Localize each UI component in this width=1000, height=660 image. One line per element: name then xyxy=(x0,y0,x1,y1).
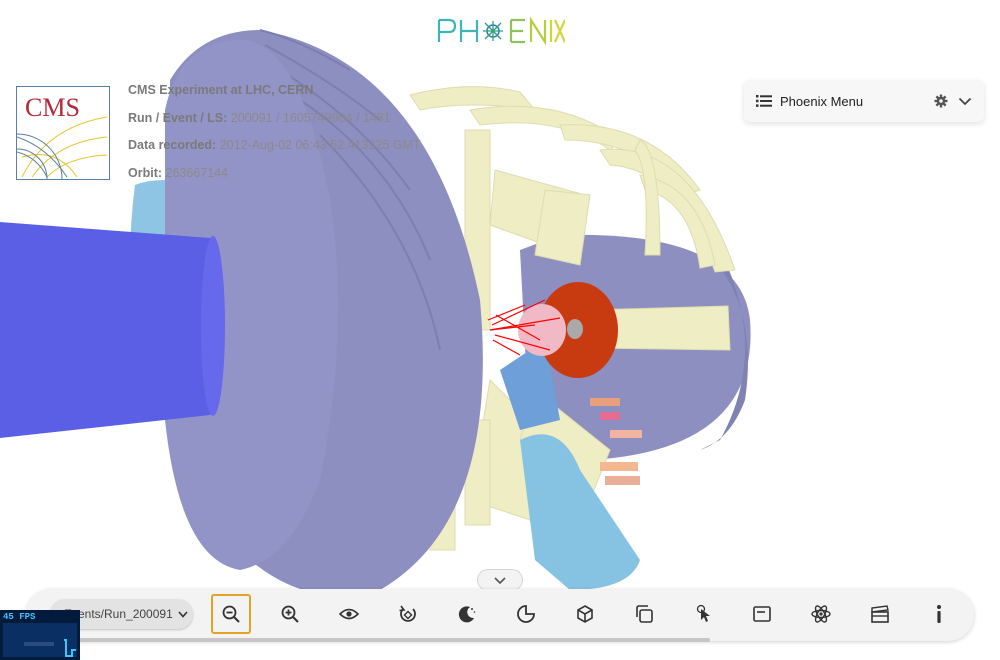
event-info-panel: CMS Experiment at LHC, CERN Run / Event … xyxy=(128,82,421,192)
run-event-ls: Run / Event / LS: 200091 / 1605749984 / … xyxy=(128,110,391,125)
toolbar-scrollbar[interactable] xyxy=(60,638,710,642)
quarter-circle-icon xyxy=(517,605,535,623)
moon-icon xyxy=(458,606,476,623)
panel-icon xyxy=(753,606,771,622)
phoenix-menu-label[interactable]: Phoenix Menu xyxy=(780,94,934,109)
info-icon xyxy=(937,605,941,623)
clapperboard-icon xyxy=(871,605,889,623)
info-panel-button[interactable] xyxy=(742,594,782,634)
pointer-icon xyxy=(696,604,710,622)
overlay-button[interactable] xyxy=(565,594,605,634)
view-options-button[interactable] xyxy=(329,594,369,634)
event-data-explorer-button[interactable] xyxy=(801,594,841,634)
copy-icon xyxy=(636,605,653,623)
phoenix-menu[interactable]: Phoenix Menu xyxy=(744,80,984,122)
chevron-down-icon xyxy=(494,577,506,585)
clipping-button[interactable] xyxy=(624,594,664,634)
performance-stats: 45 FPS xyxy=(0,610,80,660)
beampipe-end xyxy=(201,236,225,416)
animate-button[interactable] xyxy=(860,594,900,634)
data-recorded: Data recorded: 2012-Aug-02 06:43:52.4132… xyxy=(128,138,421,152)
zoom-out-icon xyxy=(222,605,240,623)
zoom-in-icon xyxy=(281,605,299,623)
ui-toolbar: Events/Run_200091 xyxy=(26,589,974,641)
orbit: Orbit: 263667144 xyxy=(128,165,229,180)
eye-icon xyxy=(339,608,359,620)
object-selection-button[interactable] xyxy=(683,594,723,634)
zoom-out-button[interactable] xyxy=(211,594,251,634)
cms-logo-text: CMS xyxy=(25,93,80,122)
cms-logo: CMS xyxy=(16,86,110,180)
atom-icon xyxy=(811,605,831,623)
info-button[interactable] xyxy=(919,594,959,634)
cartesian-grid-button[interactable] xyxy=(506,594,546,634)
list-icon xyxy=(756,95,772,107)
gear-icon[interactable] xyxy=(934,94,948,108)
phoenix-logo xyxy=(435,14,567,48)
event-selector-value: Events/Run_200091 xyxy=(64,607,173,621)
rotate-icon xyxy=(399,605,416,622)
cube-icon xyxy=(577,605,593,623)
chevron-down-icon[interactable] xyxy=(958,94,972,108)
chevron-down-icon xyxy=(173,610,193,618)
experiment-name: CMS Experiment at LHC, CERN xyxy=(128,83,314,97)
dark-theme-button[interactable] xyxy=(447,594,487,634)
inner-pixel xyxy=(567,319,583,339)
fps-graph xyxy=(3,623,77,657)
zoom-in-button[interactable] xyxy=(270,594,310,634)
beampipe xyxy=(0,222,225,438)
auto-rotate-button[interactable] xyxy=(388,594,428,634)
toggle-toolbar-button[interactable] xyxy=(477,569,523,591)
